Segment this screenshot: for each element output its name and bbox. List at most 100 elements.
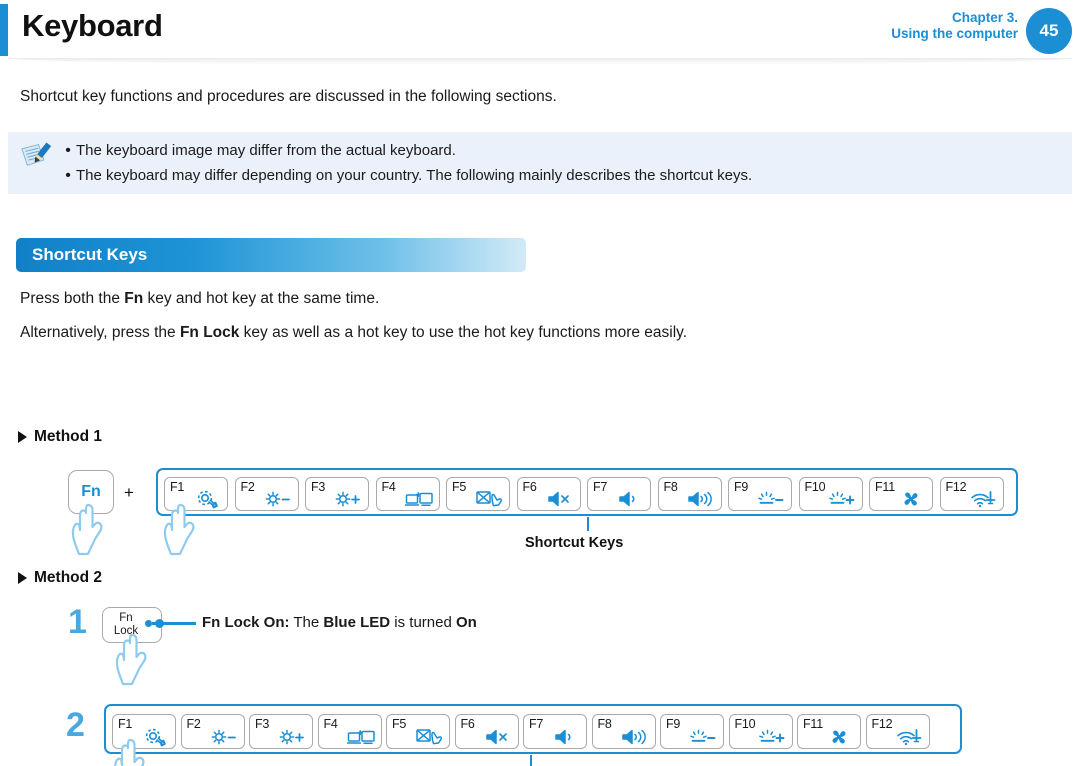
brightness-up-icon xyxy=(278,727,308,747)
volume-up-icon xyxy=(621,727,651,747)
note-item-text: The keyboard may differ depending on you… xyxy=(76,167,753,184)
step-number-1: 1 xyxy=(68,603,87,641)
para1-pre: Press both the xyxy=(20,290,125,307)
function-key-f9[interactable]: F9 xyxy=(728,477,792,511)
note-list: • The keyboard image may differ from the… xyxy=(60,138,1060,188)
function-key-f12[interactable]: F12 xyxy=(939,477,1004,511)
section-header-shortcut-keys: Shortcut Keys xyxy=(16,238,526,272)
settings-gear-icon xyxy=(193,489,223,509)
fn-lock-key[interactable]: Fn Lock xyxy=(102,607,162,643)
function-key-f2[interactable]: F2 xyxy=(234,477,299,511)
function-key-f10[interactable]: F10 xyxy=(798,477,863,511)
method-1-label: Method 1 xyxy=(18,428,102,446)
function-key-f12[interactable]: F12 xyxy=(865,714,930,749)
function-key-f7[interactable]: F7 xyxy=(587,477,651,511)
function-key-label: F6 xyxy=(460,717,475,731)
function-key-label: F4 xyxy=(381,480,396,494)
fan-silent-mode-icon xyxy=(826,727,856,747)
function-key-f6[interactable]: F6 xyxy=(454,714,519,749)
paragraph-alternatively: Alternatively, press the Fn Lock key as … xyxy=(20,324,687,342)
brightness-down-icon xyxy=(210,727,240,747)
function-key-f8[interactable]: F8 xyxy=(591,714,656,749)
page-number-badge: 45 xyxy=(1026,8,1072,54)
function-key-label: F9 xyxy=(666,717,681,731)
function-key-f4[interactable]: F4 xyxy=(375,477,440,511)
function-key-f1[interactable]: F1 xyxy=(164,477,228,511)
function-key-f2[interactable]: F2 xyxy=(180,714,245,749)
keyboard-backlight-up-icon xyxy=(758,727,788,747)
wireless-airplane-icon xyxy=(895,727,925,747)
wireless-airplane-icon xyxy=(969,489,999,509)
callout-dot xyxy=(155,619,164,628)
settings-gear-icon xyxy=(141,727,171,747)
step-number-2: 2 xyxy=(66,706,85,744)
note-box: • The keyboard image may differ from the… xyxy=(8,132,1072,194)
external-display-icon xyxy=(404,489,435,509)
triangle-bullet-icon xyxy=(18,431,27,443)
function-key-label: F9 xyxy=(734,480,749,494)
bullet-glyph: • xyxy=(65,167,71,184)
function-key-f9[interactable]: F9 xyxy=(660,714,724,749)
function-key-label: F2 xyxy=(240,480,255,494)
header-divider xyxy=(8,58,1072,65)
para2-post: key as well as a hot key to use the hot … xyxy=(239,324,688,341)
function-key-label: F12 xyxy=(871,717,893,731)
plus-sign: + xyxy=(124,483,134,502)
list-item: • The keyboard image may differ from the… xyxy=(60,138,1060,163)
function-key-f4[interactable]: F4 xyxy=(317,714,382,749)
intro-text: Shortcut key functions and procedures ar… xyxy=(20,88,557,105)
led-text-mid2: is turned xyxy=(390,614,456,631)
header-accent-bar xyxy=(0,4,8,56)
function-key-f11[interactable]: F11 xyxy=(797,714,861,749)
function-key-label: F10 xyxy=(734,717,756,731)
volume-down-icon xyxy=(552,727,582,747)
function-key-label: F10 xyxy=(804,480,826,494)
function-key-f10[interactable]: F10 xyxy=(728,714,793,749)
method-1-text: Method 1 xyxy=(34,428,103,445)
led-text-mid: The xyxy=(289,614,324,631)
fn-key[interactable]: Fn xyxy=(68,470,114,514)
function-key-label: F5 xyxy=(392,717,407,731)
fn-lock-line2: Lock xyxy=(113,625,139,637)
function-key-label: F7 xyxy=(529,717,544,731)
function-key-f7[interactable]: F7 xyxy=(523,714,587,749)
notepad-pencil-icon xyxy=(18,141,54,169)
function-key-f3[interactable]: F3 xyxy=(249,714,313,749)
function-key-label: F6 xyxy=(522,480,537,494)
function-key-label: F4 xyxy=(323,717,338,731)
function-key-f5[interactable]: F5 xyxy=(446,477,510,511)
chapter-number: Chapter 3. xyxy=(951,10,1018,25)
function-key-f8[interactable]: F8 xyxy=(657,477,722,511)
para2-pre: Alternatively, press the xyxy=(20,324,180,341)
function-key-label: F3 xyxy=(311,480,326,494)
volume-up-icon xyxy=(687,489,717,509)
led-indicator-icon xyxy=(145,620,152,627)
page-title: Keyboard xyxy=(22,8,163,43)
function-key-label: F1 xyxy=(170,480,185,494)
function-key-label: F11 xyxy=(875,480,896,494)
volume-mute-icon xyxy=(484,727,514,747)
fan-silent-mode-icon xyxy=(898,489,928,509)
keyboard-backlight-up-icon xyxy=(828,489,858,509)
paragraph-press-both: Press both the Fn key and hot key at the… xyxy=(20,290,379,308)
function-key-row-method2: F1 F2 F3 F4 F5 F6 F7 F8 F9 F10 F11 F12 xyxy=(104,704,962,754)
function-key-f11[interactable]: F11 xyxy=(869,477,933,511)
function-key-f1[interactable]: F1 xyxy=(112,714,176,749)
triangle-bullet-icon xyxy=(18,572,27,584)
led-text-on: On xyxy=(455,614,477,631)
function-key-f6[interactable]: F6 xyxy=(516,477,581,511)
volume-down-icon xyxy=(616,489,646,509)
function-key-f5[interactable]: F5 xyxy=(386,714,450,749)
function-key-label: F2 xyxy=(186,717,201,731)
para1-bold: Fn xyxy=(124,290,144,307)
function-key-f3[interactable]: F3 xyxy=(305,477,369,511)
function-key-row-method1: F1 F2 F3 F4 F5 F6 F7 F8 F9 F10 F11 F12 xyxy=(156,468,1018,516)
page-header: Keyboard Chapter 3. Using the computer 4… xyxy=(0,0,1080,65)
fn-key-label: Fn xyxy=(81,483,101,500)
keyboard-backlight-down-icon xyxy=(689,727,719,747)
function-key-label: F5 xyxy=(452,480,467,494)
para2-bold: Fn Lock xyxy=(179,324,240,341)
para1-post: key and hot key at the same time. xyxy=(143,290,380,307)
function-key-label: F7 xyxy=(593,480,608,494)
led-callout-text: Fn Lock On: The Blue LED is turned On xyxy=(202,614,477,631)
